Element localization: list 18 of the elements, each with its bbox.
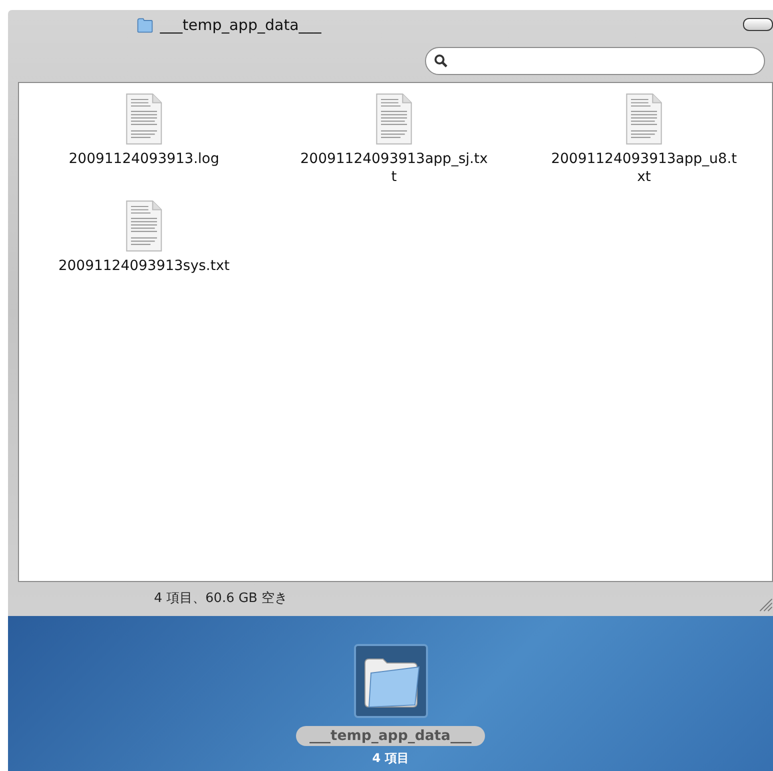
document-icon[interactable] xyxy=(374,93,414,145)
resize-grip-icon[interactable] xyxy=(759,598,773,612)
file-name[interactable]: 20091124093913.log xyxy=(68,151,220,168)
file-name[interactable]: 20091124093913app_u8.t xt xyxy=(551,151,737,186)
folder-icon xyxy=(136,16,154,34)
toolbar-toggle-button[interactable] xyxy=(743,18,773,31)
search-field[interactable] xyxy=(425,47,765,75)
search-icon xyxy=(434,54,448,68)
folder-icon[interactable] xyxy=(354,644,428,718)
document-icon[interactable] xyxy=(624,93,664,145)
document-icon[interactable] xyxy=(124,200,164,252)
document-icon[interactable] xyxy=(124,93,164,145)
window-title: ___temp_app_data___ xyxy=(160,16,322,34)
folder-name[interactable]: ___temp_app_data___ xyxy=(296,726,486,746)
status-text: 4 項目、60.6 GB 空き xyxy=(154,590,288,607)
folder-info: 4 項目 xyxy=(372,750,409,767)
file-name[interactable]: 20091124093913app_sj.tx t xyxy=(300,151,488,186)
file-name[interactable]: 20091124093913sys.txt xyxy=(58,258,230,276)
